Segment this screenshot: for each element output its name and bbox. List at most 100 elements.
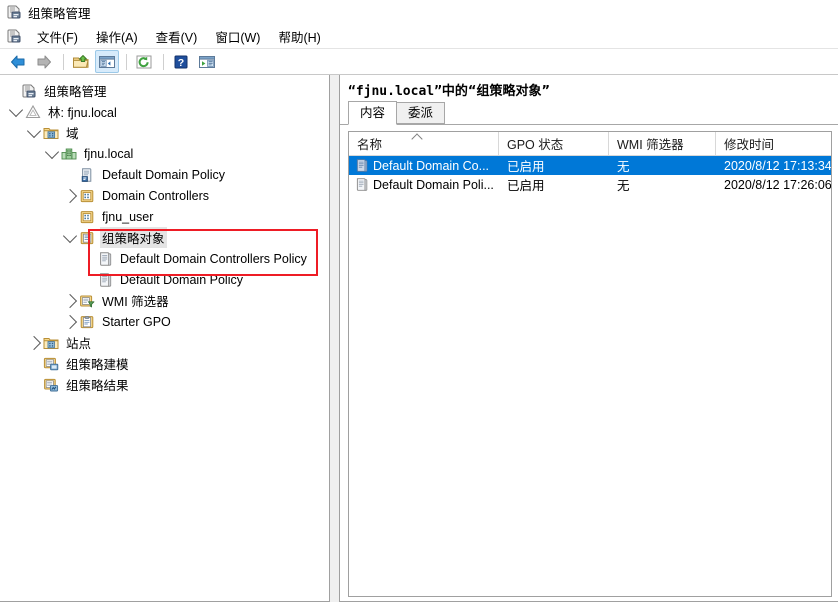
- tree-node-label: 组策略建模: [66, 358, 129, 372]
- back-button[interactable]: [6, 50, 30, 73]
- tree-node-label: 站点: [66, 337, 92, 351]
- gpmc-icon: [20, 82, 38, 99]
- column-header-label: WMI 筛选器: [617, 138, 684, 152]
- tree-node-root[interactable]: 组策略管理: [0, 80, 329, 101]
- toolbar: ?: [0, 49, 838, 75]
- tree-node-default-domain-controllers-policy[interactable]: Default Domain Controllers Policy: [0, 248, 329, 269]
- expander-none: [4, 83, 20, 99]
- tree-node-default-domain-policy[interactable]: Default Domain Policy: [0, 269, 329, 290]
- cell-gpo-status: 已启用: [507, 160, 545, 174]
- menu-file[interactable]: 文件(F): [28, 25, 87, 48]
- toolbar-separator: [163, 53, 164, 70]
- toolbar-separator: [126, 53, 127, 70]
- pane-splitter[interactable]: [330, 75, 339, 602]
- list-header-row: 名称 GPO 状态 WMI 筛选器 修改时间: [349, 132, 831, 156]
- tree-node-label: fjnu_user: [102, 209, 154, 224]
- sites-icon: [42, 334, 60, 351]
- domains-folder-icon: [42, 124, 60, 141]
- up-one-level-button[interactable]: [69, 50, 93, 73]
- help-button[interactable]: ?: [169, 50, 193, 73]
- tree-node-starter-gpo[interactable]: Starter GPO: [0, 311, 329, 332]
- table-row[interactable]: Default Domain Poli... 已启用 无 2020/8/12 1…: [349, 175, 831, 194]
- tab-contents[interactable]: 内容: [348, 101, 398, 125]
- tree-node-forest[interactable]: 林: fjnu.local: [0, 101, 329, 122]
- tree-node-label: fjnu.local: [84, 146, 134, 161]
- column-header-gpo-status[interactable]: GPO 状态: [499, 132, 609, 155]
- tree-node-label: Starter GPO: [102, 314, 171, 329]
- expander-toggle[interactable]: [44, 144, 60, 162]
- menu-action[interactable]: 操作(A): [87, 25, 147, 48]
- refresh-button[interactable]: [132, 50, 156, 73]
- tree-node-gp-modeling[interactable]: 组策略建模: [0, 353, 329, 374]
- details-title-suffix: 中的“组策略对象”: [441, 84, 551, 99]
- details-title-prefix: “fjnu.local”: [348, 84, 442, 99]
- gpmc-icon: [6, 4, 22, 20]
- refresh-icon: [136, 55, 152, 68]
- menu-help[interactable]: 帮助(H): [269, 25, 329, 48]
- table-row[interactable]: Default Domain Co... 已启用 无 2020/8/12 17:…: [349, 156, 831, 175]
- folder-up-icon: [73, 54, 89, 68]
- export-list-button[interactable]: [195, 50, 219, 73]
- tree-node-default-domain-policy-link[interactable]: Default Domain Policy: [0, 164, 329, 185]
- title-bar: 组策略管理: [0, 0, 838, 24]
- tree-node-domain-controllers[interactable]: Domain Controllers: [0, 185, 329, 206]
- cell-name: Default Domain Co...: [349, 158, 499, 174]
- arrow-right-icon: [37, 55, 51, 68]
- expander-toggle[interactable]: [8, 102, 24, 120]
- cell-wmi-filter: 无: [617, 160, 630, 174]
- console-tree-pane: 组策略管理 林: fjnu.local 域 fjnu.local Default…: [0, 75, 330, 602]
- tree-node-wmi-filters[interactable]: WMI 筛选器: [0, 290, 329, 311]
- details-tabs: 内容 委派: [340, 101, 838, 125]
- tree-node-domain-fjnu[interactable]: fjnu.local: [0, 143, 329, 164]
- menu-view[interactable]: 查看(V): [147, 25, 207, 48]
- menu-bar: 文件(F) 操作(A) 查看(V) 窗口(W) 帮助(H): [0, 24, 838, 49]
- tree-node-label: 组策略对象: [100, 227, 167, 248]
- starter-gpo-icon: [78, 313, 96, 330]
- tree-node-label: 域: [66, 127, 79, 141]
- expander-toggle[interactable]: [62, 188, 78, 204]
- domain-icon: [60, 145, 78, 162]
- column-header-wmi-filter[interactable]: WMI 筛选器: [609, 132, 716, 155]
- forward-button[interactable]: [32, 50, 56, 73]
- tree-pane-icon: [99, 55, 115, 68]
- sort-ascending-icon: [411, 133, 423, 145]
- arrow-left-icon: [11, 55, 25, 68]
- gpo-link-icon: [78, 166, 96, 183]
- cell-modified-time: 2020/8/12 17:13:34: [724, 158, 831, 173]
- gpo-icon: [96, 250, 114, 267]
- gpo-container-icon: [78, 229, 96, 246]
- gpo-icon: [353, 158, 369, 174]
- tree-node-label: 林: fjnu.local: [48, 106, 117, 120]
- expander-toggle[interactable]: [26, 123, 42, 141]
- cell-wmi-filter: 无: [617, 179, 630, 193]
- cell-text: Default Domain Co...: [373, 158, 490, 173]
- tree-node-gp-results[interactable]: 组策略结果: [0, 374, 329, 395]
- cell-text: Default Domain Poli...: [373, 177, 494, 192]
- forest-icon: [24, 103, 42, 120]
- tree-node-sites[interactable]: 站点: [0, 332, 329, 353]
- question-icon: ?: [174, 55, 188, 69]
- ou-icon: [78, 208, 96, 225]
- svg-text:?: ?: [178, 57, 184, 69]
- tree-node-label: Default Domain Controllers Policy: [120, 251, 307, 266]
- details-pane-title: “fjnu.local”中的“组策略对象”: [340, 75, 838, 103]
- expander-toggle[interactable]: [26, 335, 42, 351]
- expander-toggle[interactable]: [62, 314, 78, 330]
- menu-window[interactable]: 窗口(W): [206, 25, 269, 48]
- expander-toggle[interactable]: [62, 293, 78, 309]
- export-list-icon: [199, 55, 215, 68]
- tree-node-domains[interactable]: 域: [0, 122, 329, 143]
- tab-delegation[interactable]: 委派: [396, 102, 446, 124]
- tree-node-label: 组策略结果: [66, 379, 129, 393]
- column-header-label: 修改时间: [724, 138, 775, 152]
- column-header-name[interactable]: 名称: [349, 132, 499, 155]
- expander-toggle[interactable]: [62, 228, 78, 246]
- gpo-icon: [96, 271, 114, 288]
- tree-node-group-policy-objects[interactable]: 组策略对象: [0, 227, 329, 248]
- main-area: 组策略管理 林: fjnu.local 域 fjnu.local Default…: [0, 75, 838, 602]
- show-hide-tree-button[interactable]: [95, 50, 119, 73]
- column-header-modified-time[interactable]: 修改时间: [716, 132, 831, 155]
- column-header-label: 名称: [357, 138, 383, 152]
- tree-node-fjnu-user[interactable]: fjnu_user: [0, 206, 329, 227]
- tree-node-label: 组策略管理: [44, 85, 107, 99]
